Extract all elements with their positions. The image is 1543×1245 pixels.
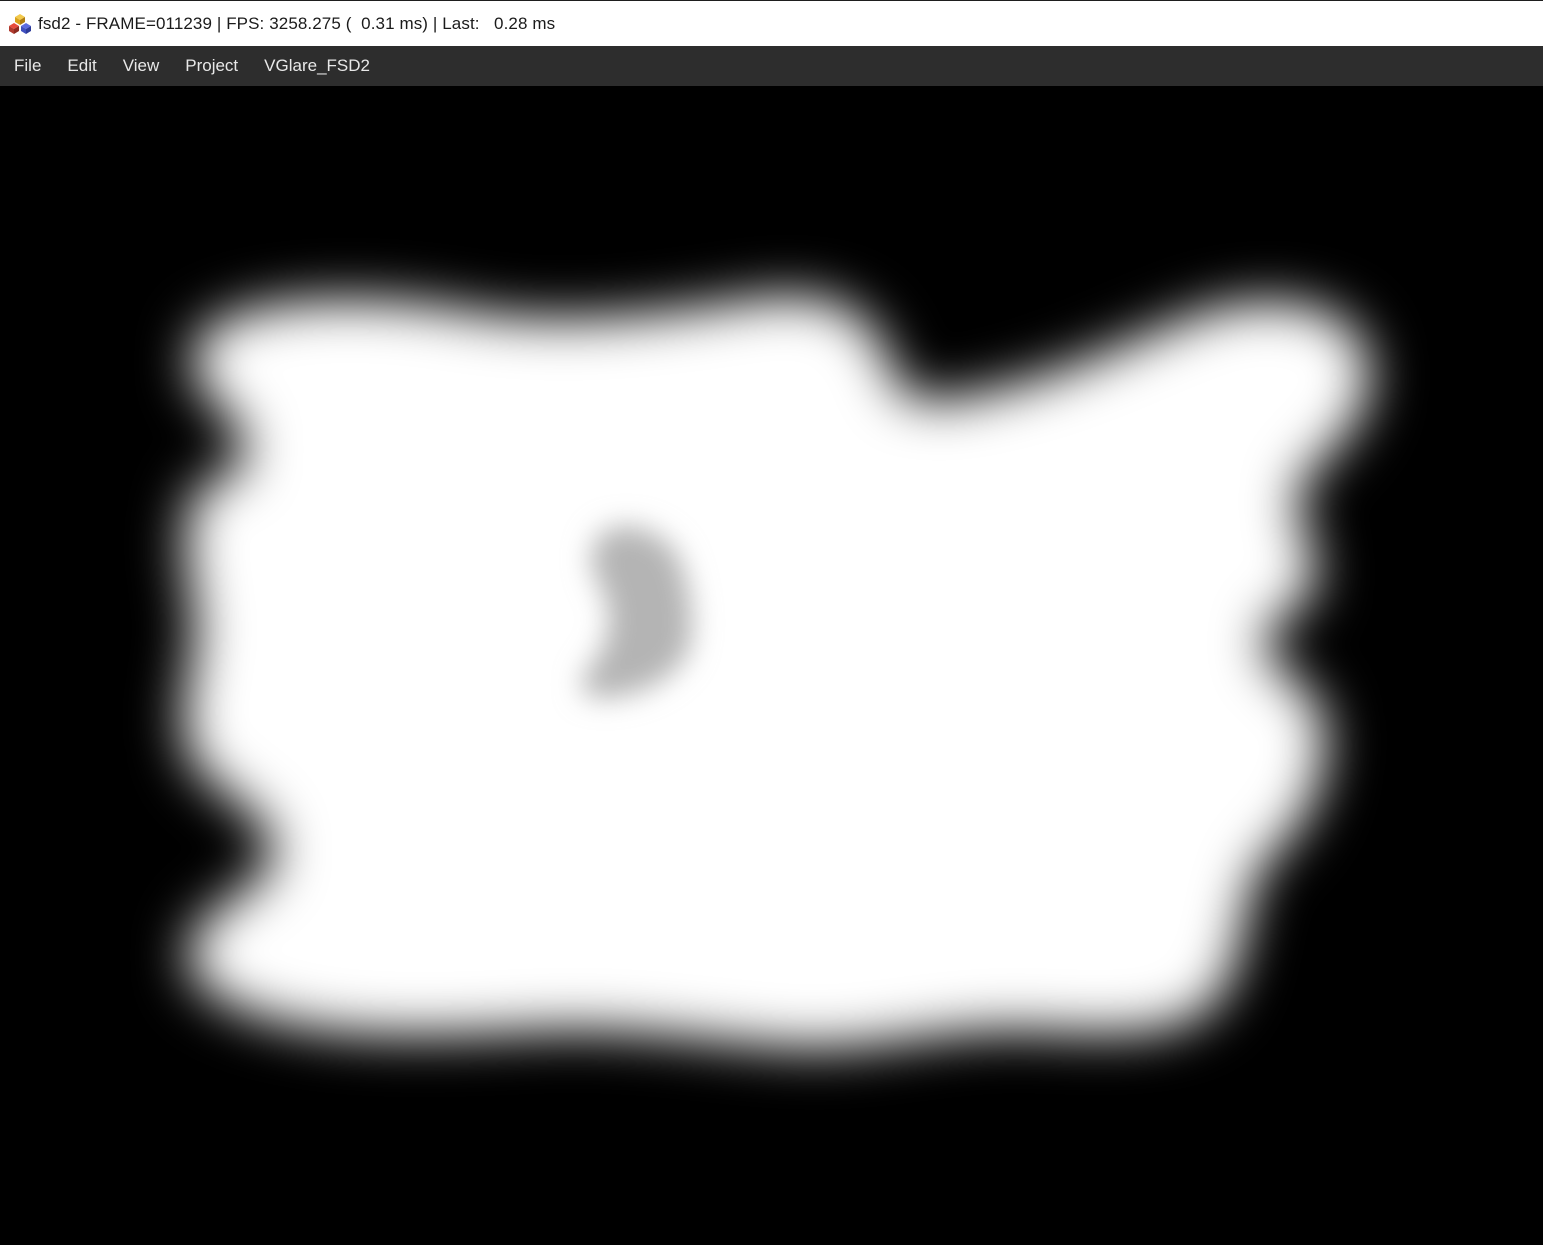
render-viewport[interactable] <box>0 86 1543 1245</box>
menu-edit[interactable]: Edit <box>55 46 108 86</box>
render-canvas <box>0 86 1543 1245</box>
window-title: fsd2 - FRAME=011239 | FPS: 3258.275 ( 0.… <box>38 13 556 33</box>
menu-project[interactable]: Project <box>173 46 250 86</box>
title-bar: fsd2 - FRAME=011239 | FPS: 3258.275 ( 0.… <box>0 0 1543 46</box>
glow-shape <box>184 295 1370 1048</box>
menu-vglare-fsd2[interactable]: VGlare_FSD2 <box>252 46 382 86</box>
app-window: fsd2 - FRAME=011239 | FPS: 3258.275 ( 0.… <box>0 0 1543 1245</box>
cube-stack-icon <box>8 12 32 36</box>
menu-file[interactable]: File <box>2 46 53 86</box>
menu-view[interactable]: View <box>111 46 172 86</box>
menu-bar: File Edit View Project VGlare_FSD2 <box>0 46 1543 86</box>
